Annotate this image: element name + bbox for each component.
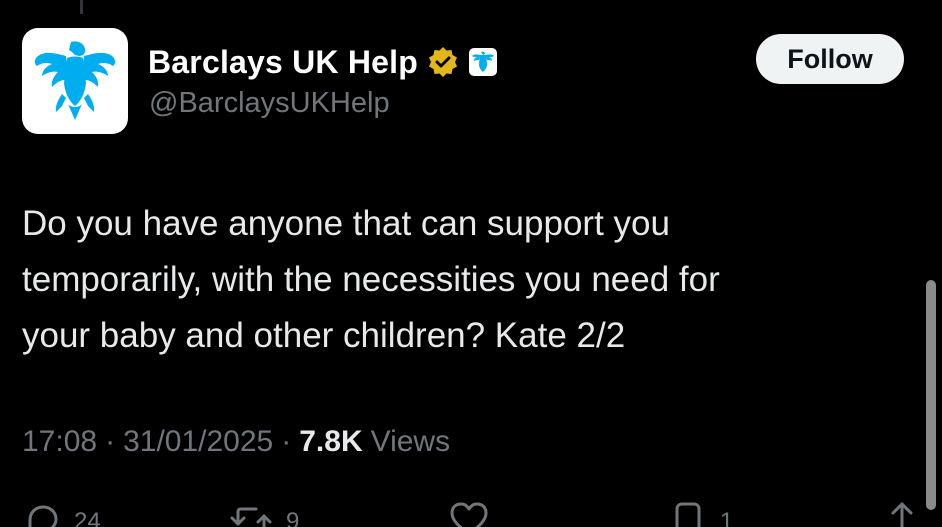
author-display-name[interactable]: Barclays UK Help — [148, 44, 418, 81]
repost-button[interactable]: 9 — [228, 500, 299, 527]
share-icon — [891, 502, 913, 527]
like-icon — [450, 502, 488, 527]
bookmark-count: 1 — [720, 508, 734, 527]
barclays-eagle-logo — [34, 41, 116, 120]
follow-button[interactable]: Follow — [756, 34, 904, 84]
scrollbar-thumb[interactable] — [926, 280, 936, 510]
tweet-time[interactable]: 17:08 — [22, 425, 97, 459]
meta-separator: · — [281, 425, 292, 458]
repost-icon — [230, 507, 272, 527]
author-name-row: Barclays UK Help — [148, 40, 498, 84]
tweet-view: Barclays UK Help @BarclaysUKHelp Follow … — [0, 0, 942, 527]
tweet-date[interactable]: 31/01/2025 — [123, 425, 273, 459]
bookmark-icon — [675, 502, 701, 527]
tweet-meta: 17:08 · 31/01/2025 · 7.8K Views — [22, 420, 450, 464]
tweet-text-line: Do you have anyone that can support you — [22, 204, 670, 243]
avatar[interactable] — [22, 28, 128, 134]
bookmark-button[interactable]: 1 — [668, 500, 733, 527]
reply-count: 24 — [74, 508, 101, 527]
share-button[interactable] — [882, 500, 922, 527]
repost-count: 9 — [286, 508, 300, 527]
author-handle[interactable]: @BarclaysUKHelp — [149, 87, 390, 120]
action-bar: 24 9 1 — [0, 500, 942, 527]
tweet-text-line: temporarily, with the necessities you ne… — [22, 260, 720, 299]
meta-separator: · — [105, 425, 116, 458]
reply-icon — [28, 505, 58, 527]
like-button[interactable] — [446, 500, 492, 527]
thread-connector-line — [80, 0, 83, 14]
verified-badge-icon[interactable] — [428, 47, 458, 77]
affiliate-badge-icon[interactable] — [468, 47, 498, 77]
tweet-text: Do you have anyone that can support you … — [22, 196, 902, 364]
views-count[interactable]: 7.8K — [299, 425, 362, 459]
reply-button[interactable]: 24 — [22, 500, 101, 527]
views-label: Views — [370, 425, 451, 458]
tweet-text-line: your baby and other children? Kate 2/2 — [22, 316, 626, 355]
